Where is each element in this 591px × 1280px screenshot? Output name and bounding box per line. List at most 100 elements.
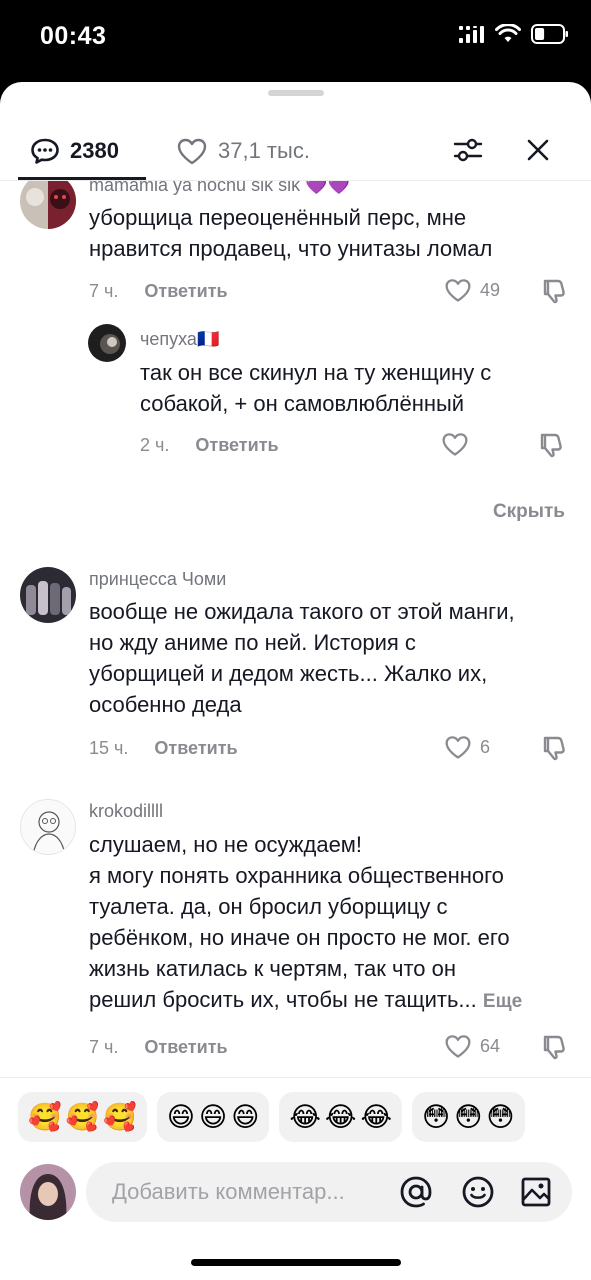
emoji: 😂	[324, 1101, 357, 1132]
comments-count: 2380	[70, 138, 119, 163]
comment-time: 7 ч.	[89, 1037, 119, 1057]
emoji: 🥰	[65, 1102, 100, 1132]
comment-text: слушаем, но не осуждаем! я могу понять о…	[89, 829, 522, 1017]
comment-meta: 7 ч. Ответить	[89, 1037, 228, 1058]
comment-text-line: я могу понять охранника общественного	[89, 863, 504, 888]
avatar[interactable]	[20, 181, 76, 229]
like-button[interactable]: 49	[444, 277, 500, 303]
image-icon	[521, 1177, 551, 1207]
reply-button[interactable]: Ответить	[154, 738, 237, 759]
emoji-chip-flushed[interactable]: 😳 😳 😳	[412, 1092, 525, 1142]
comment-time: 2 ч.	[140, 435, 170, 455]
comment-text-line: решил бросить их, чтобы не тащить... Еще	[89, 984, 522, 1017]
like-button[interactable]	[441, 431, 477, 457]
like-button[interactable]: 6	[444, 734, 490, 760]
comments-list: mamamia ya hochu sik sik 💜💜 уборщица пер…	[0, 181, 591, 1077]
wifi-icon	[495, 24, 521, 42]
comment-time: 15 ч.	[89, 738, 129, 758]
comments-header: 2380 37,1 тыс.	[0, 122, 591, 180]
emoji: 😄	[231, 1101, 260, 1132]
comment-text-line: жизнь катилась к чертям, так что он	[89, 956, 457, 981]
comment-username[interactable]: принцесса Чоми	[89, 569, 226, 590]
mention-icon	[400, 1176, 432, 1208]
comment-text-truncated: решил бросить их, чтобы не тащить...	[89, 987, 477, 1012]
emoji-chip-hearts[interactable]: 🥰 🥰 🥰	[18, 1092, 147, 1142]
emoji: 🥰	[103, 1102, 137, 1132]
comment-text: вообще не ожидала такого от этой манги, …	[89, 596, 515, 720]
avatar[interactable]	[88, 324, 126, 362]
see-more-button[interactable]: Еще	[483, 991, 522, 1012]
emoji-icon	[462, 1176, 494, 1208]
heart-icon	[445, 1035, 471, 1058]
comment-text-line: особенно деда	[89, 692, 242, 717]
emoji: 😂	[289, 1101, 321, 1132]
my-avatar	[20, 1164, 76, 1220]
comment-text-line: вообще не ожидала такого от этой манги,	[89, 599, 515, 624]
like-count: 6	[480, 736, 491, 757]
avatar[interactable]	[20, 567, 76, 623]
hide-replies-button[interactable]: Скрыть	[493, 501, 565, 523]
emoji: 🥰	[28, 1102, 62, 1132]
likes-count: 37,1 тыс.	[218, 138, 310, 163]
comment-text-line: туалета. да, он бросил уборщицу с	[89, 894, 448, 919]
avatar[interactable]	[20, 799, 76, 855]
image-button[interactable]	[518, 1174, 554, 1210]
close-button[interactable]	[516, 128, 560, 172]
signal-icon	[459, 26, 484, 43]
heart-icon	[177, 138, 207, 165]
home-indicator	[191, 1259, 401, 1266]
comment-input-row: Добавить комментар...	[0, 1162, 591, 1232]
comments-sheet: 2380 37,1 тыс. mamamia ya hochu sik sik …	[0, 82, 591, 1280]
emoji: 😄	[199, 1101, 228, 1132]
comment-text-line: ребёнком, но иначе он просто не мог. его	[89, 925, 510, 950]
comment-input-placeholder: Добавить комментар...	[112, 1179, 345, 1204]
emoji: 😳	[454, 1101, 483, 1132]
sheet-grabber[interactable]	[268, 90, 324, 96]
comment-text: уборщица переоценённый перс, мне нравитс…	[89, 202, 492, 264]
filter-sliders-icon	[453, 138, 483, 162]
emoji: 😄	[166, 1101, 196, 1132]
emoji-quick-bar: 🥰 🥰 🥰 😄 😄 😄 😂 😂 😂 😳 😳 😳	[18, 1092, 591, 1142]
comment-meta: 15 ч. Ответить	[89, 738, 238, 759]
heart-icon	[442, 433, 468, 456]
heart-icon	[445, 279, 471, 302]
emoji-chip-smile[interactable]: 😄 😄 😄	[156, 1092, 270, 1142]
emoji-chip-laugh[interactable]: 😂 😂 😂	[279, 1092, 403, 1142]
like-count: 49	[480, 279, 501, 300]
status-icons	[459, 24, 569, 44]
comment-username[interactable]: чепуха🇫🇷	[140, 329, 219, 350]
comment-meta: 7 ч. Ответить	[89, 281, 228, 302]
comment-text-line: собакой, + он самовлюблённый	[140, 391, 465, 416]
like-count: 64	[480, 1035, 501, 1056]
filter-button[interactable]	[446, 128, 490, 172]
heart-icon	[445, 736, 471, 759]
comment-text-line: так он все скинул на ту женщину с	[140, 360, 492, 385]
dislike-icon[interactable]	[540, 734, 568, 762]
status-bar: 00:43	[0, 0, 591, 80]
comment-text-line: нравится продавец, что унитазы ломал	[89, 236, 493, 261]
comment-meta: 2 ч. Ответить	[140, 435, 279, 456]
close-icon	[527, 139, 549, 161]
comment-text-line: но жду аниме по ней. История с	[89, 630, 416, 655]
comment-text-line: уборщицей и дедом жесть... Жалко их,	[89, 661, 488, 686]
reply-button[interactable]: Ответить	[144, 281, 227, 302]
battery-icon	[531, 24, 568, 44]
comment-text-line: уборщица переоценённый перс, мне	[89, 205, 467, 230]
comment-input[interactable]: Добавить комментар...	[86, 1162, 572, 1222]
reply-button[interactable]: Ответить	[195, 435, 278, 456]
like-button[interactable]: 64	[444, 1033, 500, 1059]
comment-username[interactable]: krokodillll	[89, 801, 163, 822]
tab-likes[interactable]: 37,1 тыс.	[176, 122, 310, 180]
dislike-icon[interactable]	[540, 1033, 568, 1061]
comment-username[interactable]: mamamia ya hochu sik sik 💜💜	[89, 181, 350, 196]
dislike-icon[interactable]	[540, 277, 568, 305]
emoji-divider	[0, 1077, 591, 1078]
emoji: 😳	[486, 1101, 515, 1132]
dislike-icon[interactable]	[537, 431, 565, 459]
comment-text: так он все скинул на ту женщину с собако…	[140, 357, 491, 419]
tab-comments[interactable]: 2380	[30, 122, 119, 180]
mention-button[interactable]	[398, 1174, 434, 1210]
comment-bubble-icon	[31, 138, 59, 164]
reply-button[interactable]: Ответить	[144, 1037, 227, 1058]
emoji-button[interactable]	[460, 1174, 496, 1210]
